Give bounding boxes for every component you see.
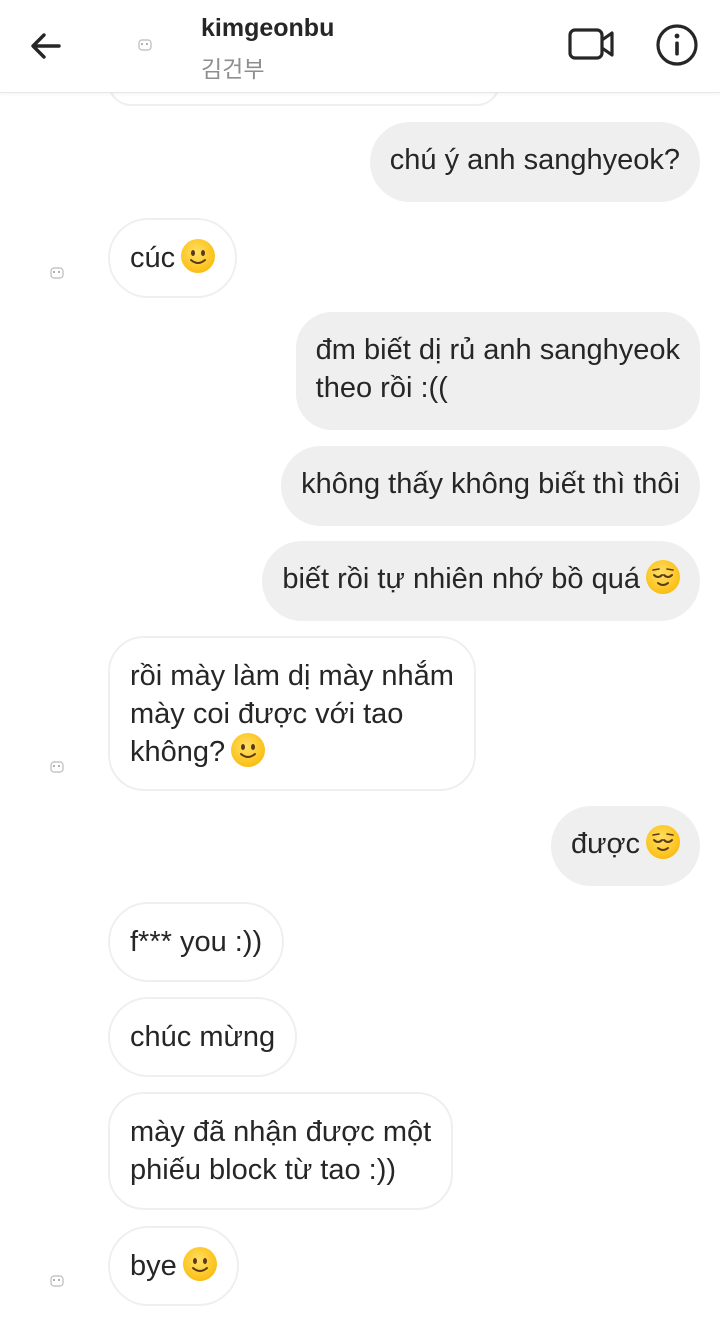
chat-username[interactable]: kimgeonbu	[201, 14, 334, 43]
message-text: f*** you :))	[130, 926, 263, 958]
message-bubble-received: cúc	[108, 218, 238, 298]
info-icon[interactable]	[654, 22, 700, 68]
relieved-face-icon	[646, 825, 680, 859]
message-bubble-received: chúc mừng	[108, 997, 298, 1077]
message-text-line: không?	[130, 736, 226, 768]
slightly-smiling-face-icon	[182, 1247, 217, 1281]
message-text-line: phiếu block từ tao :))	[130, 1154, 397, 1186]
slightly-smiling-face-icon	[231, 733, 266, 767]
message-text-line: theo rồi :((	[315, 372, 448, 404]
back-arrow-icon[interactable]	[26, 26, 66, 66]
message-text: được	[570, 828, 640, 860]
sender-avatar[interactable]	[40, 1264, 74, 1298]
message-bubble-sent: được	[550, 806, 700, 886]
message-bubble-received: f*** you :))	[108, 902, 285, 982]
sender-avatar[interactable]	[40, 256, 74, 290]
slightly-smiling-face-icon	[181, 239, 216, 273]
message-text: không thấy không biết thì thôi	[301, 468, 680, 500]
sender-avatar[interactable]	[40, 750, 74, 784]
message-text-line: đm biết dị rủ anh sanghyeok	[315, 334, 680, 366]
message-text-line: mày coi được với tao	[130, 698, 404, 730]
message-text: chú ý anh sanghyeok?	[389, 144, 680, 176]
message-bubble-received: rồi mày làm dị mày nhắm mày coi được với…	[108, 636, 476, 791]
relieved-face-icon	[646, 560, 680, 594]
message-text-line: rồi mày làm dị mày nhắm	[130, 660, 454, 692]
message-bubble-received: mày đã nhận được một phiếu block từ tao …	[108, 1092, 454, 1210]
message-text: biết rồi tự nhiên nhớ bồ quá	[282, 563, 640, 595]
message-text: cúc	[130, 242, 176, 274]
message-text-line: mày đã nhận được một	[130, 1116, 432, 1148]
avatar[interactable]	[128, 28, 162, 62]
message-bubble-sent: chú ý anh sanghyeok?	[369, 122, 700, 202]
message-text: bye	[130, 1250, 177, 1282]
chat-header: kimgeonbu 김건부	[0, 0, 720, 93]
message-bubble-sent: đm biết dị rủ anh sanghyeok theo rồi :((	[295, 312, 700, 430]
video-call-icon[interactable]	[566, 24, 616, 64]
message-bubble-sent: không thấy không biết thì thôi	[281, 446, 700, 526]
chat-real-name: 김건부	[201, 56, 265, 82]
message-bubble-sent: biết rồi tự nhiên nhớ bồ quá	[262, 541, 700, 621]
message-text: chúc mừng	[130, 1021, 276, 1053]
message-bubble-received: bye	[108, 1226, 239, 1306]
